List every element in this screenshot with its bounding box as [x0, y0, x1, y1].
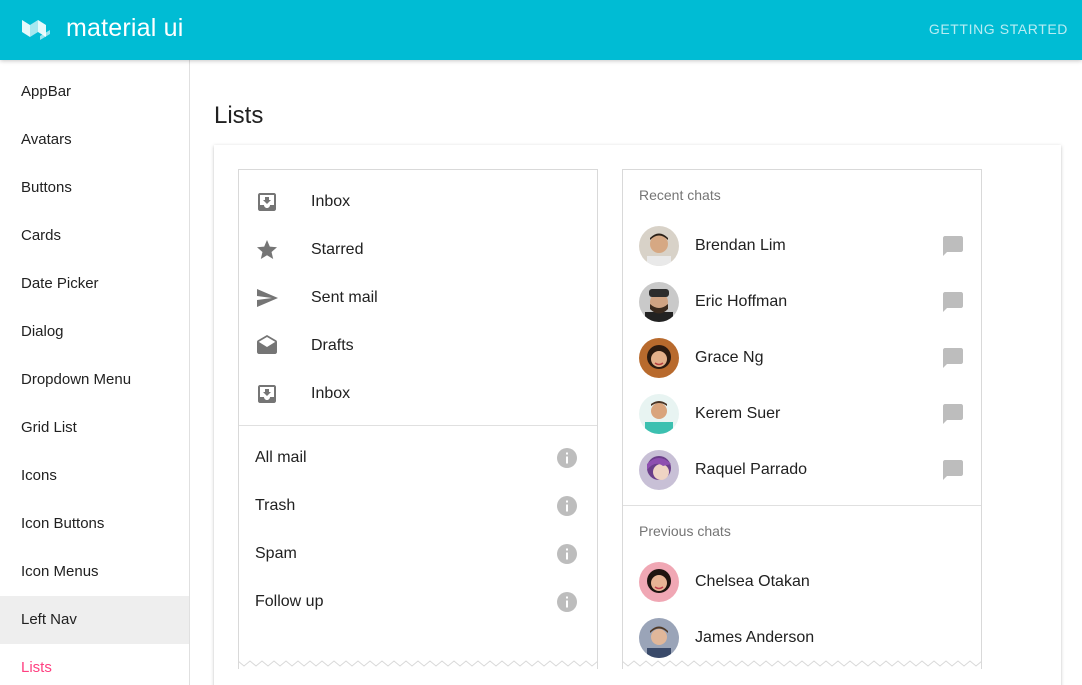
chat-name: Brendan Lim: [695, 237, 786, 254]
example-paper: Inbox Starred Sent mail Drafts Inbox All…: [214, 145, 1061, 685]
chat-name: Eric Hoffman: [695, 293, 788, 310]
avatar: [639, 282, 679, 322]
app-bar: material ui GETTING STARTED: [0, 0, 1082, 60]
list-item-label: Spam: [255, 545, 297, 562]
list-item-label: Trash: [255, 497, 296, 514]
chats-list: Recent chats Brendan Lim Eric Hoffman Gr…: [622, 169, 982, 669]
chat-name: Chelsea Otakan: [695, 573, 810, 590]
list-item-sent-mail[interactable]: Sent mail: [239, 274, 597, 322]
list-item-trash[interactable]: Trash: [239, 482, 597, 530]
list-item-label: Starred: [311, 241, 364, 258]
previous-chats-subheader: Previous chats: [639, 523, 731, 539]
nav-item-dropdown-menu[interactable]: Dropdown Menu: [0, 356, 189, 404]
info-icon[interactable]: [555, 494, 579, 518]
nav-item-cards[interactable]: Cards: [0, 212, 189, 260]
info-icon[interactable]: [555, 542, 579, 566]
list-item-starred[interactable]: Starred: [239, 226, 597, 274]
brand-title: material ui: [66, 14, 184, 42]
chat-bubble-icon[interactable]: [941, 458, 965, 482]
material-ui-logo-icon: [22, 20, 50, 40]
list-item-inbox[interactable]: Inbox: [239, 178, 597, 226]
star-icon: [257, 240, 277, 259]
chat-item-grace-ng[interactable]: Grace Ng: [623, 330, 981, 386]
nav-item-left-nav[interactable]: Left Nav: [0, 596, 189, 644]
chat-item-eric-hoffman[interactable]: Eric Hoffman: [623, 274, 981, 330]
chat-name: Raquel Parrado: [695, 461, 808, 478]
chat-name: James Anderson: [695, 629, 815, 646]
page-title: Lists: [214, 102, 264, 129]
torn-edge: [238, 660, 598, 667]
nav-item-dialog[interactable]: Dialog: [0, 308, 189, 356]
list-divider: [623, 505, 981, 506]
nav-item-grid-list[interactable]: Grid List: [0, 404, 189, 452]
chat-bubble-icon[interactable]: [941, 346, 965, 370]
info-icon[interactable]: [555, 446, 579, 470]
avatar: [639, 226, 679, 266]
list-item-label: All mail: [255, 449, 307, 466]
nav-item-avatars[interactable]: Avatars: [0, 116, 189, 164]
chat-item-kerem-suer[interactable]: Kerem Suer: [623, 386, 981, 442]
nav-item-icon-menus[interactable]: Icon Menus: [0, 548, 189, 596]
nav-item-lists[interactable]: Lists: [0, 644, 189, 685]
chat-item-brendan-lim[interactable]: Brendan Lim: [623, 218, 981, 274]
list-item-spam[interactable]: Spam: [239, 530, 597, 578]
getting-started-link[interactable]: GETTING STARTED: [929, 21, 1068, 37]
torn-edge: [622, 660, 982, 667]
list-item-label: Inbox: [311, 193, 351, 210]
chat-name: Kerem Suer: [695, 405, 781, 422]
chat-name: Grace Ng: [695, 349, 764, 366]
nav-item-icons[interactable]: Icons: [0, 452, 189, 500]
list-item-label: Drafts: [311, 337, 354, 354]
list-divider: [239, 425, 597, 426]
send-icon: [257, 289, 278, 307]
main-content: Lists Inbox Starred Sent mail Drafts Inb…: [191, 60, 1082, 685]
list-item-follow-up[interactable]: Follow up: [239, 578, 597, 626]
inbox-icon: [258, 385, 276, 403]
nav-item-date-picker[interactable]: Date Picker: [0, 260, 189, 308]
recent-chats-subheader: Recent chats: [639, 187, 721, 203]
avatar: [639, 394, 679, 434]
avatar: [639, 338, 679, 378]
chat-item-chelsea-otakan[interactable]: Chelsea Otakan: [623, 554, 981, 610]
nav-item-appbar[interactable]: AppBar: [0, 68, 189, 116]
drafts-icon: [257, 335, 277, 354]
nav-item-icon-buttons[interactable]: Icon Buttons: [0, 500, 189, 548]
list-item-all-mail[interactable]: All mail: [239, 434, 597, 482]
info-icon[interactable]: [555, 590, 579, 614]
avatar: [639, 618, 679, 658]
chat-bubble-icon[interactable]: [941, 402, 965, 426]
list-item-label: Inbox: [311, 385, 351, 402]
mail-list: Inbox Starred Sent mail Drafts Inbox All…: [238, 169, 598, 669]
list-item-label: Sent mail: [311, 289, 378, 306]
list-item-label: Follow up: [255, 593, 324, 610]
chat-item-raquel-parrado[interactable]: Raquel Parrado: [623, 442, 981, 498]
chat-bubble-icon[interactable]: [941, 234, 965, 258]
chat-item-james-anderson[interactable]: James Anderson: [623, 610, 981, 666]
nav-item-buttons[interactable]: Buttons: [0, 164, 189, 212]
list-item-drafts[interactable]: Drafts: [239, 322, 597, 370]
avatar: [639, 562, 679, 602]
avatar: [639, 450, 679, 490]
left-nav: AppBar Avatars Buttons Cards Date Picker…: [0, 60, 190, 685]
inbox-icon: [258, 193, 276, 211]
chat-bubble-icon[interactable]: [941, 290, 965, 314]
list-item-inbox-2[interactable]: Inbox: [239, 370, 597, 418]
